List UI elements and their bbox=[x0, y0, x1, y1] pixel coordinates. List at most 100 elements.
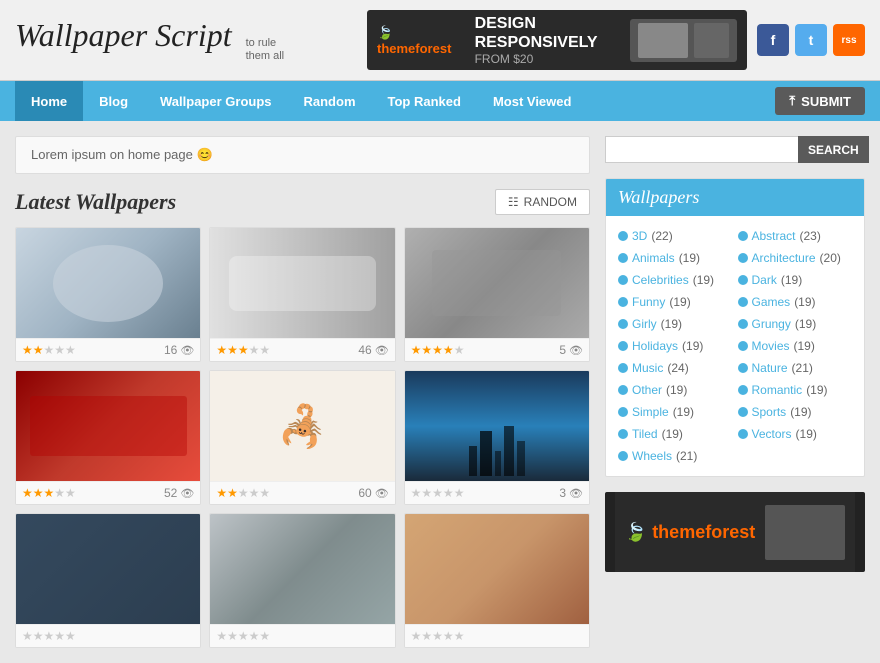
wallpaper-item-9[interactable]: ★★★★★ bbox=[404, 513, 590, 648]
stars-4[interactable]: ★★★★★ bbox=[22, 486, 76, 500]
cat-link-vectors[interactable]: Vectors bbox=[752, 427, 792, 441]
search-button[interactable]: SEARCH bbox=[798, 136, 869, 163]
cat-link-3d[interactable]: 3D bbox=[632, 229, 647, 243]
ad-text: DESIGN RESPONSIVELY bbox=[475, 14, 630, 52]
cat-count-girly: (19) bbox=[661, 317, 682, 331]
cat-link-tiled[interactable]: Tiled bbox=[632, 427, 658, 441]
cat-link-celebrities[interactable]: Celebrities bbox=[632, 273, 689, 287]
cat-item-music[interactable]: Music (24) bbox=[618, 358, 733, 378]
wallpaper-thumb-8 bbox=[210, 514, 394, 624]
wallpaper-grid: ★★★★★ 16 👁 ★★★★★ 46 👁 bbox=[15, 227, 590, 648]
cat-item-tiled[interactable]: Tiled (19) bbox=[618, 424, 733, 444]
cat-link-dark[interactable]: Dark bbox=[752, 273, 777, 287]
cat-dot bbox=[618, 253, 628, 263]
wallpaper-item-7[interactable]: ★★★★★ bbox=[15, 513, 201, 648]
wallpaper-info-1: ★★★★★ 16 👁 bbox=[16, 338, 200, 361]
wallpaper-thumb-1 bbox=[16, 228, 200, 338]
cat-item-animals[interactable]: Animals (19) bbox=[618, 248, 733, 268]
cat-item-architecture[interactable]: Architecture (20) bbox=[738, 248, 853, 268]
cat-link-movies[interactable]: Movies bbox=[752, 339, 790, 353]
cat-item-vectors[interactable]: Vectors (19) bbox=[738, 424, 853, 444]
cat-count-simple: (19) bbox=[673, 405, 694, 419]
cat-dot bbox=[618, 341, 628, 351]
cat-count-abstract: (23) bbox=[800, 229, 821, 243]
stars-1[interactable]: ★★★★★ bbox=[22, 343, 76, 357]
social-icons: f t rss bbox=[757, 24, 865, 56]
cat-item-other[interactable]: Other (19) bbox=[618, 380, 733, 400]
nav-top-ranked[interactable]: Top Ranked bbox=[372, 81, 477, 121]
cat-item-grungy[interactable]: Grungy (19) bbox=[738, 314, 853, 334]
stars-8[interactable]: ★★★★★ bbox=[216, 629, 270, 643]
nav-home[interactable]: Home bbox=[15, 81, 83, 121]
cat-item-nature[interactable]: Nature (21) bbox=[738, 358, 853, 378]
cat-link-games[interactable]: Games bbox=[752, 295, 791, 309]
cat-link-grungy[interactable]: Grungy bbox=[752, 317, 791, 331]
cat-link-holidays[interactable]: Holidays bbox=[632, 339, 678, 353]
cat-link-girly[interactable]: Girly bbox=[632, 317, 657, 331]
cat-item-movies[interactable]: Movies (19) bbox=[738, 336, 853, 356]
cat-item-holidays[interactable]: Holidays (19) bbox=[618, 336, 733, 356]
cat-item-simple[interactable]: Simple (19) bbox=[618, 402, 733, 422]
cat-item-funny[interactable]: Funny (19) bbox=[618, 292, 733, 312]
wallpaper-item-1[interactable]: ★★★★★ 16 👁 bbox=[15, 227, 201, 362]
stars-7[interactable]: ★★★★★ bbox=[22, 629, 76, 643]
rss-icon[interactable]: rss bbox=[833, 24, 865, 56]
cat-count-movies: (19) bbox=[794, 339, 815, 353]
cat-link-romantic[interactable]: Romantic bbox=[752, 383, 803, 397]
cat-item-dark[interactable]: Dark (19) bbox=[738, 270, 853, 290]
cat-dot bbox=[618, 231, 628, 241]
cat-link-simple[interactable]: Simple bbox=[632, 405, 669, 419]
views-2: 46 👁 bbox=[358, 343, 388, 357]
wallpaper-item-5[interactable]: 🦂 ★★★★★ 60 👁 bbox=[209, 370, 395, 505]
wallpaper-item-6[interactable]: ★★★★★ 3 👁 bbox=[404, 370, 590, 505]
stars-3[interactable]: ★★★★★ bbox=[411, 343, 465, 357]
cat-link-architecture[interactable]: Architecture bbox=[752, 251, 816, 265]
nav-blog[interactable]: Blog bbox=[83, 81, 144, 121]
cat-link-music[interactable]: Music bbox=[632, 361, 663, 375]
cat-link-funny[interactable]: Funny bbox=[632, 295, 665, 309]
search-input[interactable] bbox=[605, 136, 798, 163]
cat-count-music: (24) bbox=[667, 361, 688, 375]
cat-link-animals[interactable]: Animals bbox=[632, 251, 675, 265]
cat-count-animals: (19) bbox=[679, 251, 700, 265]
wallpaper-item-2[interactable]: ★★★★★ 46 👁 bbox=[209, 227, 395, 362]
nav-wallpaper-groups[interactable]: Wallpaper Groups bbox=[144, 81, 287, 121]
facebook-icon[interactable]: f bbox=[757, 24, 789, 56]
wallpaper-item-8[interactable]: ★★★★★ bbox=[209, 513, 395, 648]
wallpaper-thumb-3 bbox=[405, 228, 589, 338]
wallpaper-item-3[interactable]: ★★★★★ 5 👁 bbox=[404, 227, 590, 362]
search-box: SEARCH bbox=[605, 136, 865, 163]
cat-link-other[interactable]: Other bbox=[632, 383, 662, 397]
cat-item-girly[interactable]: Girly (19) bbox=[618, 314, 733, 334]
stars-5[interactable]: ★★★★★ bbox=[216, 486, 270, 500]
twitter-icon[interactable]: t bbox=[795, 24, 827, 56]
cat-link-sports[interactable]: Sports bbox=[752, 405, 787, 419]
nav-most-viewed[interactable]: Most Viewed bbox=[477, 81, 588, 121]
stars-6[interactable]: ★★★★★ bbox=[411, 486, 465, 500]
cat-link-nature[interactable]: Nature bbox=[752, 361, 788, 375]
random-button[interactable]: ☷ RANDOM bbox=[495, 189, 590, 215]
cat-item-3d[interactable]: 3D (22) bbox=[618, 226, 733, 246]
nav-random[interactable]: Random bbox=[288, 81, 372, 121]
stars-9[interactable]: ★★★★★ bbox=[411, 629, 465, 643]
cat-link-abstract[interactable]: Abstract bbox=[752, 229, 796, 243]
cat-item-wheels[interactable]: Wheels (21) bbox=[618, 446, 733, 466]
themeforest-logo: 🍃 themeforest bbox=[625, 522, 755, 543]
stars-2[interactable]: ★★★★★ bbox=[216, 343, 270, 357]
views-5: 60 👁 bbox=[358, 486, 388, 500]
cat-item-sports[interactable]: Sports (19) bbox=[738, 402, 853, 422]
cat-item-romantic[interactable]: Romantic (19) bbox=[738, 380, 853, 400]
cat-item-games[interactable]: Games (19) bbox=[738, 292, 853, 312]
cat-dot bbox=[618, 275, 628, 285]
themeforest-ad[interactable]: 🍃 themeforest bbox=[605, 492, 865, 572]
cat-item-abstract[interactable]: Abstract (23) bbox=[738, 226, 853, 246]
wallpaper-thumb-6 bbox=[405, 371, 589, 481]
cat-item-celebrities[interactable]: Celebrities (19) bbox=[618, 270, 733, 290]
wallpaper-thumb-4 bbox=[16, 371, 200, 481]
cat-count-architecture: (20) bbox=[820, 251, 841, 265]
notice-bar: Lorem ipsum on home page 😊 bbox=[15, 136, 590, 174]
wallpaper-item-4[interactable]: ★★★★★ 52 👁 bbox=[15, 370, 201, 505]
submit-button[interactable]: ⤒ SUBMIT bbox=[775, 87, 865, 115]
cat-link-wheels[interactable]: Wheels bbox=[632, 449, 672, 463]
cat-count-3d: (22) bbox=[651, 229, 672, 243]
